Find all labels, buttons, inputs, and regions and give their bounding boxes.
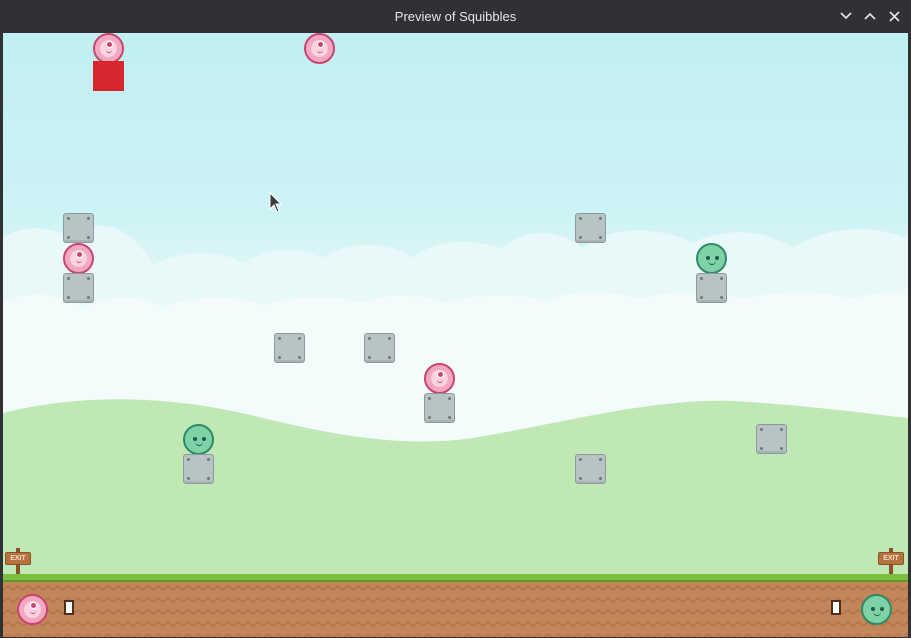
red-square-tile[interactable] [93, 61, 124, 91]
window-titlebar: Preview of Squibbles [0, 0, 911, 33]
pink-squibble[interactable] [63, 243, 94, 274]
metal-block[interactable] [424, 393, 455, 423]
dirt-pattern [3, 584, 908, 637]
grass-strip [3, 574, 908, 582]
metal-block[interactable] [63, 273, 94, 303]
game-canvas[interactable]: EXIT EXIT [3, 33, 908, 637]
pink-squibble[interactable] [424, 363, 455, 394]
minimize-button[interactable] [836, 6, 856, 26]
metal-block[interactable] [756, 424, 787, 454]
metal-block[interactable] [274, 333, 305, 363]
hud-green-squibble-icon [861, 594, 892, 625]
exit-sign-right: EXIT [878, 548, 904, 576]
chevron-down-icon [840, 12, 852, 20]
green-squibble[interactable] [183, 424, 214, 455]
chevron-up-icon [864, 12, 876, 20]
metal-block[interactable] [575, 454, 606, 484]
mouse-cursor-icon [269, 192, 283, 213]
hud-counter-left [64, 600, 74, 615]
green-squibble[interactable] [696, 243, 727, 274]
close-button[interactable] [884, 6, 904, 26]
pink-squibble[interactable] [93, 33, 124, 64]
metal-block[interactable] [575, 213, 606, 243]
metal-block[interactable] [183, 454, 214, 484]
metal-block[interactable] [364, 333, 395, 363]
window-title: Preview of Squibbles [394, 9, 517, 24]
maximize-button[interactable] [860, 6, 880, 26]
close-icon [888, 10, 900, 22]
exit-sign-left: EXIT [5, 548, 31, 576]
pink-squibble[interactable] [304, 33, 335, 64]
hud-pink-squibble-icon [17, 594, 48, 625]
background-scenery [3, 225, 908, 637]
metal-block[interactable] [63, 213, 94, 243]
ground [3, 574, 908, 637]
metal-block[interactable] [696, 273, 727, 303]
hud-counter-right [831, 600, 841, 615]
